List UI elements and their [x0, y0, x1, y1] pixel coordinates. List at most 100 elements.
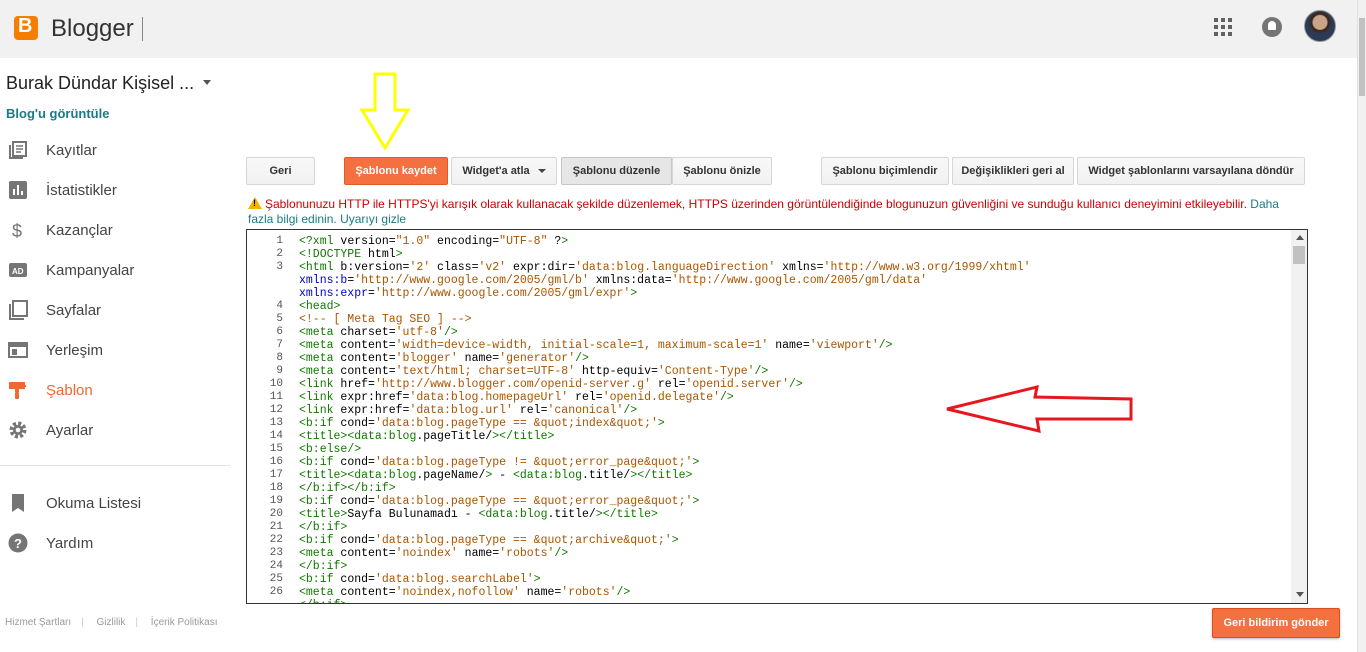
- code-text: <meta content='blogger' name='generator'…: [299, 352, 589, 365]
- code-line[interactable]: 12 <link expr:href='data:blog.url' rel='c…: [270, 404, 1289, 417]
- code-line[interactable]: 18 </b:if></b:if>: [270, 482, 1289, 495]
- caret-down-icon[interactable]: [203, 80, 211, 85]
- apps-grid-icon[interactable]: [1214, 18, 1232, 36]
- header-divider: [142, 17, 143, 41]
- sidebar-item-help[interactable]: ? Yardım: [0, 523, 230, 563]
- code-text: </b:if>: [299, 521, 348, 534]
- code-line[interactable]: 8 <meta content='blogger' name='generator…: [276, 352, 1289, 365]
- code-line[interactable]: xmlns:b='http://www.google.com/2005/gml/…: [299, 274, 1289, 287]
- editor-scrollbar[interactable]: [1291, 230, 1307, 603]
- code-line[interactable]: 3 <html b:version='2' class='v2' expr:dir…: [276, 261, 1289, 274]
- sidebar-item-label: İstatistikler: [46, 182, 117, 199]
- code-text: <title><data:blog.pageTitle/></title>: [299, 430, 555, 443]
- code-line[interactable]: 13 <b:if cond='data:blog.pageType == &quo…: [270, 417, 1289, 430]
- code-text: <?xml version="1.0" encoding="UTF-8" ?>: [299, 235, 569, 248]
- avatar[interactable]: [1304, 10, 1336, 42]
- preview-template-button[interactable]: Şablonu önizle: [672, 157, 772, 185]
- code-line[interactable]: 20 <title>Sayfa Bulunamadı - <data:blog.t…: [270, 508, 1289, 521]
- code-text: <head>: [299, 300, 341, 313]
- code-line[interactable]: 19 <b:if cond='data:blog.pageType == &quo…: [270, 495, 1289, 508]
- jump-to-widget-dropdown[interactable]: Widget'a atla: [451, 157, 557, 185]
- scroll-up-icon[interactable]: [1296, 235, 1304, 240]
- blog-selector[interactable]: Burak Dündar Kişisel ...: [6, 73, 194, 94]
- save-template-button[interactable]: Şablonu kaydet: [344, 157, 448, 185]
- hide-warning-link[interactable]: Uyarıyı gizle: [340, 212, 406, 226]
- send-feedback-button[interactable]: Geri bildirim gönder: [1212, 608, 1340, 638]
- content-policy-link[interactable]: İçerik Politikası: [151, 617, 218, 628]
- brand-name: Blogger: [51, 15, 134, 42]
- code-line[interactable]: </b:if>: [299, 599, 1289, 603]
- sidebar-item-pages[interactable]: Sayfalar: [0, 290, 230, 330]
- code-line[interactable]: xmlns:expr='http://www.google.com/2005/g…: [299, 287, 1289, 300]
- annotation-arrow-down: [359, 72, 411, 151]
- code-line[interactable]: 11 <link expr:href='data:blog.homepageUrl…: [270, 391, 1289, 404]
- line-number: 21: [269, 521, 283, 533]
- page-scrollbar-thumb[interactable]: [1359, 18, 1365, 96]
- code-line[interactable]: 17 <title><data:blog.pageName/> - <data:b…: [270, 469, 1289, 482]
- format-template-button[interactable]: Şablonu biçimlendir: [821, 157, 949, 185]
- code-text: <b:if cond='data:blog.pageType == &quot;…: [299, 534, 679, 547]
- bell-icon[interactable]: [1262, 17, 1282, 37]
- help-icon: ?: [8, 533, 28, 553]
- code-line[interactable]: 24 </b:if>: [270, 560, 1289, 573]
- code-text: <b:if cond='data:blog.pageType == &quot;…: [299, 495, 700, 508]
- line-number: 18: [269, 482, 283, 494]
- line-number: 11: [269, 391, 283, 403]
- code-line[interactable]: 21 </b:if>: [270, 521, 1289, 534]
- page-scrollbar[interactable]: [1357, 0, 1366, 652]
- line-number: 4: [276, 300, 283, 312]
- warning-text: Şablonunuzu HTTP ile HTTPS'yi karışık ol…: [265, 197, 1247, 211]
- code-line[interactable]: 25 <b:if cond='data:blog.searchLabel'>: [270, 573, 1289, 586]
- line-number: 14: [269, 430, 283, 442]
- code-text: <link expr:href='data:blog.homepageUrl' …: [299, 391, 734, 404]
- sidebar-item-layout[interactable]: Yerleşim: [0, 330, 230, 370]
- code-text: <html b:version='2' class='v2' expr:dir=…: [299, 261, 1031, 274]
- code-content[interactable]: 1 <?xml version="1.0" encoding="UTF-8" ?>…: [270, 235, 1289, 603]
- line-number: 13: [269, 417, 283, 429]
- back-button[interactable]: Geri: [246, 157, 315, 185]
- sidebar-item-template[interactable]: Şablon: [0, 370, 230, 410]
- line-number: 1: [276, 235, 283, 247]
- sidebar-item-stats[interactable]: İstatistikler: [0, 170, 230, 210]
- code-line[interactable]: 4 <head>: [276, 300, 1289, 313]
- view-blog-link[interactable]: Blog'u görüntüle: [6, 106, 109, 121]
- code-text: <b:else/>: [299, 443, 362, 456]
- privacy-link[interactable]: Gizlilik: [97, 617, 126, 628]
- code-line[interactable]: 26 <meta content='noindex,nofollow' name=…: [270, 586, 1289, 599]
- line-number: 15: [269, 443, 283, 455]
- revert-changes-button[interactable]: Değişiklikleri geri al: [952, 157, 1074, 185]
- code-text: <meta content='noindex,nofollow' name='r…: [299, 586, 631, 599]
- editor-scrollbar-thumb[interactable]: [1293, 246, 1305, 264]
- code-line[interactable]: 10 <link href='http://www.blogger.com/ope…: [270, 378, 1289, 391]
- blogger-logo-icon[interactable]: B: [14, 15, 38, 40]
- sidebar-item-campaigns[interactable]: AD Kampanyalar: [0, 250, 230, 290]
- sidebar-item-settings[interactable]: Ayarlar: [0, 410, 230, 450]
- line-number: 5: [276, 313, 283, 325]
- sidebar-item-posts[interactable]: Kayıtlar: [0, 130, 230, 170]
- svg-text:AD: AD: [12, 267, 24, 276]
- line-number: 7: [276, 339, 283, 351]
- line-number: 17: [269, 469, 283, 481]
- scroll-down-icon[interactable]: [1296, 592, 1304, 597]
- code-text: <meta content='text/html; charset=UTF-8'…: [299, 365, 769, 378]
- annotation-arrow-left: [946, 384, 1133, 433]
- code-line[interactable]: 14 <title><data:blog.pageTitle/></title>: [270, 430, 1289, 443]
- sidebar-item-reading-list[interactable]: Okuma Listesi: [0, 483, 230, 523]
- terms-link[interactable]: Hizmet Şartları: [5, 617, 71, 628]
- code-line[interactable]: 1 <?xml version="1.0" encoding="UTF-8" ?>: [276, 235, 1289, 248]
- sidebar-item-label: Yerleşim: [46, 342, 103, 359]
- code-line[interactable]: 22 <b:if cond='data:blog.pageType == &quo…: [270, 534, 1289, 547]
- code-line[interactable]: 7 <meta content='width=device-width, init…: [276, 339, 1289, 352]
- code-line[interactable]: 5 <!-- [ Meta Tag SEO ] -->: [276, 313, 1289, 326]
- sidebar-item-label: Sayfalar: [46, 302, 102, 319]
- reset-widget-templates-button[interactable]: Widget şablonlarını varsayılana döndür: [1077, 157, 1305, 185]
- code-line[interactable]: 2 <!DOCTYPE html>: [276, 248, 1289, 261]
- code-line[interactable]: 23 <meta content='noindex' name='robots'/…: [270, 547, 1289, 560]
- code-line[interactable]: 16 <b:if cond='data:blog.pageType != &quo…: [270, 456, 1289, 469]
- sidebar-item-earnings[interactable]: $ Kazançlar: [0, 210, 230, 250]
- edit-template-button[interactable]: Şablonu düzenle: [561, 157, 672, 185]
- code-editor[interactable]: 1 <?xml version="1.0" encoding="UTF-8" ?>…: [246, 229, 1308, 604]
- code-line[interactable]: 15 <b:else/>: [270, 443, 1289, 456]
- code-line[interactable]: 9 <meta content='text/html; charset=UTF-8…: [276, 365, 1289, 378]
- code-line[interactable]: 6 <meta charset='utf-8'/>: [276, 326, 1289, 339]
